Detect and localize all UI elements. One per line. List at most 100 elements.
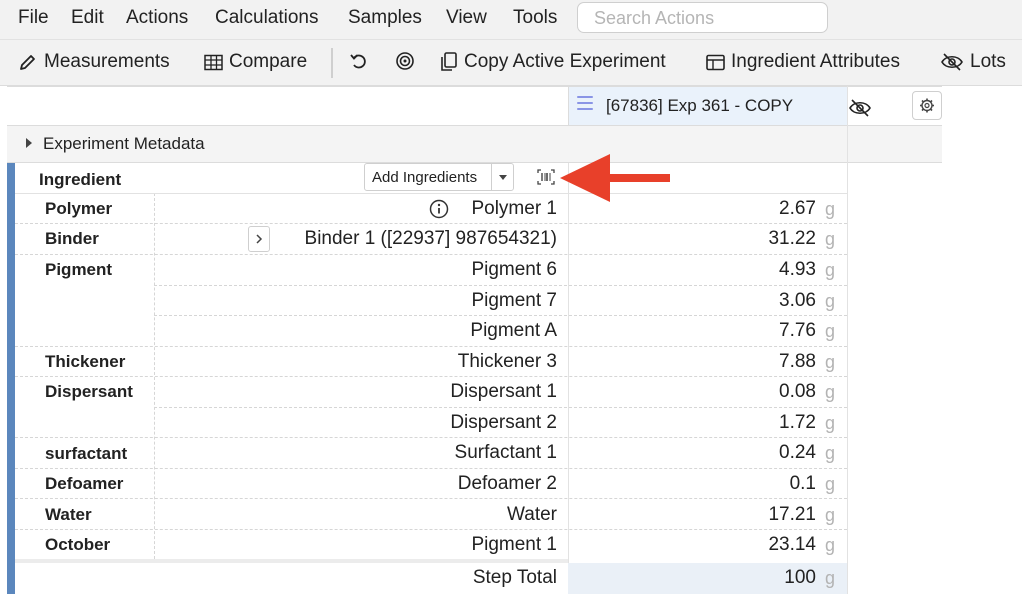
grid-line [15, 193, 847, 194]
search-input[interactable]: Search Actions [577, 2, 828, 33]
experiment-column-title: [67836] Exp 361 - COPY [606, 96, 794, 115]
step-total-unit: g [825, 568, 836, 588]
chevron-right-icon [256, 234, 263, 244]
unit-label: g [825, 321, 836, 341]
expand-button[interactable] [248, 226, 270, 252]
menu-file[interactable]: File [18, 7, 49, 29]
quantity-cell[interactable]: 7.88 [779, 351, 816, 373]
quantity-cell[interactable]: 0.1 [790, 473, 816, 495]
ingredient-header: Ingredient [39, 170, 122, 189]
row-divider [154, 407, 847, 408]
total-separator [15, 559, 568, 563]
menu-bar: File Edit Actions Calculations Samples V… [0, 0, 1022, 40]
undo-icon [350, 54, 366, 69]
category-label: Defoamer [45, 474, 124, 493]
quantity-cell[interactable]: 4.93 [779, 259, 816, 281]
copy-icon [441, 52, 457, 71]
compare-button[interactable]: Compare [204, 51, 307, 73]
row-divider [15, 437, 847, 438]
caret-right-icon[interactable] [26, 138, 32, 148]
quantity-cell[interactable]: 2.67 [779, 198, 816, 220]
unit-label: g [825, 505, 836, 525]
step-accent-bar [7, 163, 15, 594]
quantity-cell[interactable]: 3.06 [779, 290, 816, 312]
ingredient-name[interactable]: Water [507, 504, 557, 526]
info-icon[interactable] [429, 199, 449, 219]
grid-line [7, 86, 942, 87]
quantity-cell[interactable]: 17.21 [768, 504, 816, 526]
ingredient-name[interactable]: Dispersant 2 [450, 412, 557, 434]
target-button[interactable] [395, 51, 421, 71]
gear-icon [920, 98, 934, 113]
unit-label: g [825, 291, 836, 311]
menu-icon[interactable] [577, 96, 593, 110]
undo-button[interactable] [349, 51, 375, 71]
menu-edit[interactable]: Edit [71, 7, 104, 29]
quantity-cell[interactable]: 7.76 [779, 320, 816, 342]
column-settings-button[interactable] [912, 91, 942, 120]
row-divider [15, 254, 847, 255]
ingredient-name[interactable]: Dispersant 1 [450, 381, 557, 403]
add-ingredients-button[interactable]: Add Ingredients [364, 163, 514, 191]
category-label: surfactant [45, 444, 128, 463]
experiment-metadata-label: Experiment Metadata [43, 134, 205, 153]
menu-samples[interactable]: Samples [348, 7, 422, 29]
chevron-down-icon[interactable] [499, 175, 507, 180]
ingredient-name[interactable]: Defoamer 2 [458, 473, 557, 495]
category-label: Dispersant [45, 382, 133, 401]
unit-label: g [825, 352, 836, 372]
eye-slash-icon[interactable] [848, 98, 872, 118]
menu-calculations[interactable]: Calculations [215, 7, 319, 29]
menu-view[interactable]: View [446, 7, 487, 29]
ingredient-name[interactable]: Binder 1 ([22937] 987654321) [305, 228, 557, 250]
step-total-value: 100 [784, 567, 816, 588]
measurements-button[interactable]: Measurements [18, 51, 170, 73]
row-divider [15, 346, 847, 347]
row-divider [15, 376, 847, 377]
add-ingredients-split [491, 164, 492, 190]
copy-experiment-button[interactable]: Copy Active Experiment [440, 51, 666, 73]
annotation-arrow-icon [560, 154, 670, 202]
menu-actions[interactable]: Actions [126, 7, 188, 29]
lots-button[interactable]: Lots [940, 51, 1006, 73]
unit-label: g [825, 229, 836, 249]
ingredient-name[interactable]: Pigment A [470, 320, 557, 342]
quantity-cell[interactable]: 31.22 [768, 228, 816, 250]
menu-tools[interactable]: Tools [513, 7, 557, 29]
unit-label: g [825, 413, 836, 433]
row-divider [15, 529, 847, 530]
row-divider [15, 468, 847, 469]
row-divider [154, 285, 847, 286]
barcode-scan-icon[interactable] [537, 169, 555, 185]
add-ingredients-label: Add Ingredients [372, 169, 478, 186]
ingredient-name[interactable]: Polymer 1 [471, 198, 557, 220]
ingredient-name[interactable]: Pigment 6 [471, 259, 557, 281]
quantity-cell[interactable]: 0.24 [779, 442, 816, 464]
ingredient-name[interactable]: Thickener 3 [458, 351, 557, 373]
ingredient-name[interactable]: Surfactant 1 [455, 442, 557, 464]
quantity-cell[interactable]: 0.08 [779, 381, 816, 403]
experiment-column-header[interactable]: [67836] Exp 361 - COPY [568, 86, 847, 125]
copy-experiment-label: Copy Active Experiment [464, 51, 666, 72]
ingredient-name[interactable]: Pigment 1 [471, 534, 557, 556]
formulation-grid: [67836] Exp 361 - COPY Experiment Metada… [7, 86, 942, 594]
category-label: Binder [45, 229, 99, 248]
category-label: Polymer [45, 199, 113, 218]
row-divider [15, 498, 847, 499]
quantity-cell[interactable]: 1.72 [779, 412, 816, 434]
ingredient-name[interactable]: Pigment 7 [471, 290, 557, 312]
quantity-cell[interactable]: 23.14 [768, 534, 816, 556]
eye-slash-icon [941, 53, 963, 71]
toolbar-divider [331, 48, 333, 78]
table-icon [204, 54, 223, 70]
step-total-label: Step Total [472, 567, 557, 588]
columns-icon [706, 54, 725, 70]
category-label: October [45, 535, 111, 554]
pencil-icon [20, 55, 35, 70]
category-label: Water [45, 505, 92, 524]
experiment-metadata-row[interactable]: Experiment Metadata [7, 125, 942, 163]
ingredient-attributes-button[interactable]: Ingredient Attributes [706, 51, 900, 73]
unit-label: g [825, 535, 836, 555]
ingredient-attributes-label: Ingredient Attributes [731, 51, 900, 72]
row-divider [154, 315, 847, 316]
